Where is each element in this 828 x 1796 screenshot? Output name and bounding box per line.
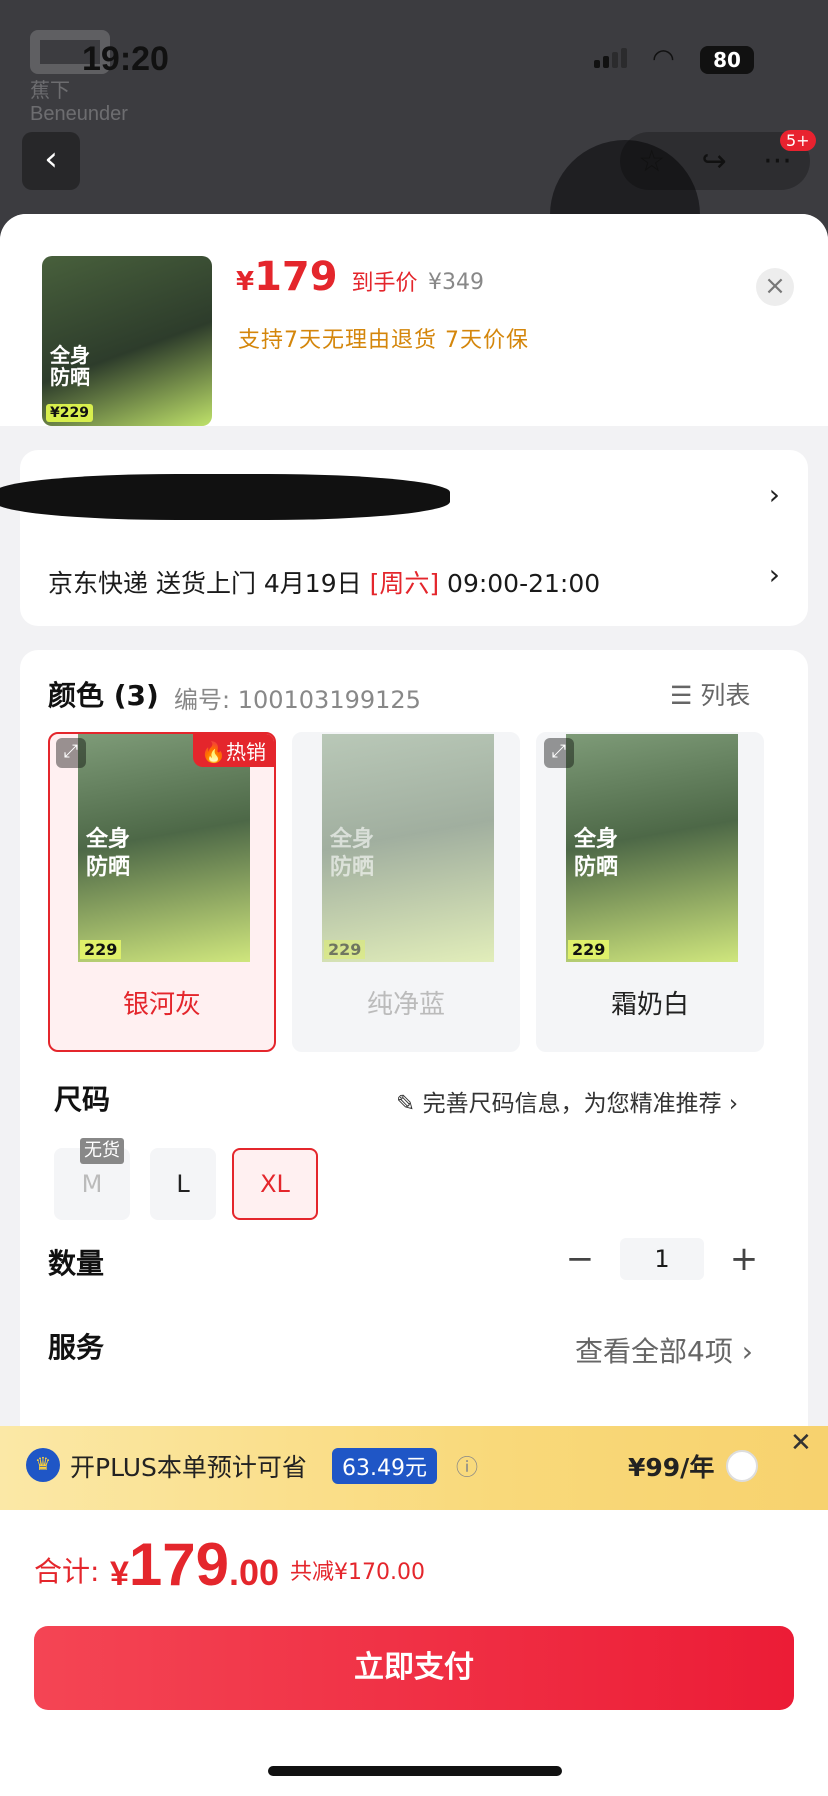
list-view-button[interactable]: ☰ 列表	[670, 676, 750, 712]
increment-button[interactable]: +	[724, 1239, 764, 1279]
decrement-button[interactable]: −	[560, 1239, 600, 1279]
quantity-stepper: − 1 +	[560, 1238, 764, 1280]
delivery-info: 京东快递 送货上门 4月19日 [周六] 09:00-21:00	[48, 569, 601, 598]
total-bar: 合计: ¥179.00 共减¥170.00	[0, 1510, 828, 1630]
expand-icon[interactable]: ⤢	[56, 738, 86, 768]
pay-button[interactable]: 立即支付	[34, 1626, 794, 1710]
total-saved: 共减¥170.00	[290, 1560, 425, 1585]
quantity-input[interactable]: 1	[620, 1238, 704, 1280]
total-label: 合计:	[34, 1555, 100, 1588]
color-name: 霜奶白	[610, 990, 689, 1020]
info-icon[interactable]: ⓘ	[456, 1450, 478, 1482]
message-badge: 5+	[780, 130, 816, 151]
size-option[interactable]: XL	[232, 1148, 318, 1220]
sku-sheet: 全身 防晒 ¥229 ¥179 到手价 ¥349 支持7天无理由退货 7天价保 …	[0, 214, 828, 1796]
plus-text: 开PLUS本单预计可省	[70, 1453, 307, 1482]
watermark: 慢星人0093114OA	[272, 1059, 522, 1092]
star-icon[interactable]: ☆	[638, 144, 665, 179]
crown-icon: ♛	[26, 1448, 60, 1482]
chevron-right-icon: ›	[768, 478, 780, 511]
color-option[interactable]: 全身 防晒 229 纯净蓝	[292, 732, 520, 1052]
plus-savings: 63.49元	[332, 1448, 437, 1484]
quantity-title: 数量	[48, 1247, 105, 1280]
return-promise: 支持7天无理由退货 7天价保	[238, 328, 529, 353]
price-label: 到手价	[351, 271, 418, 296]
color-option[interactable]: 全身 防晒 229 ⤢ 🔥热销 银河灰	[48, 732, 276, 1052]
size-title: 尺码	[54, 1083, 111, 1116]
sheet-header: 全身 防晒 ¥229 ¥179 到手价 ¥349 支持7天无理由退货 7天价保 …	[0, 214, 828, 426]
color-name: 纯净蓝	[366, 990, 445, 1020]
battery-icon: 80	[700, 46, 754, 74]
service-title: 服务	[48, 1331, 105, 1364]
original-price: ¥349	[428, 270, 484, 295]
plus-radio[interactable]	[726, 1450, 758, 1482]
product-thumbnail[interactable]: 全身 防晒 ¥229	[42, 256, 212, 426]
size-option[interactable]: L	[150, 1148, 216, 1220]
plus-banner[interactable]: ♛ 开PLUS本单预计可省 63.49元 ⓘ ¥99/年 ✕	[0, 1426, 828, 1510]
final-price: ¥179 到手价	[236, 254, 418, 300]
signal-icon	[594, 48, 627, 68]
product-code: 编号: 100103199125	[174, 686, 421, 714]
wifi-icon: ◠	[652, 44, 675, 74]
chevron-right-icon: ›	[768, 558, 780, 591]
home-indicator	[268, 1766, 562, 1776]
total-amount: ¥179.00	[110, 1531, 280, 1598]
hot-badge: 🔥热销	[193, 734, 274, 767]
plus-price: ¥99/年	[628, 1453, 715, 1482]
service-link[interactable]: 查看全部4项 ›	[575, 1330, 753, 1370]
out-of-stock-tag: 无货	[80, 1138, 124, 1164]
thumb-price: ¥229	[46, 404, 93, 422]
status-time: 19:20	[82, 40, 169, 78]
size-option[interactable]: M 无货	[54, 1138, 130, 1220]
redacted-address	[0, 474, 450, 520]
thumb-caption: 全身 防晒	[50, 343, 90, 389]
color-title: 颜色 (3)	[48, 679, 159, 712]
back-button[interactable]: ‹	[22, 132, 80, 190]
address-card[interactable]: › 京东快递 送货上门 4月19日 [周六] 09:00-21:00 ›	[0, 450, 808, 626]
status-bar: 19:20 ◠ 80	[0, 0, 828, 120]
color-name: 银河灰	[122, 990, 201, 1020]
color-option[interactable]: 全身 防晒 229 ⤢ 霜奶白	[536, 732, 764, 1052]
close-icon[interactable]: ✕	[790, 1428, 812, 1458]
expand-icon[interactable]: ⤢	[544, 738, 574, 768]
close-button[interactable]: ×	[756, 268, 794, 306]
share-icon[interactable]: ↪	[702, 144, 727, 179]
